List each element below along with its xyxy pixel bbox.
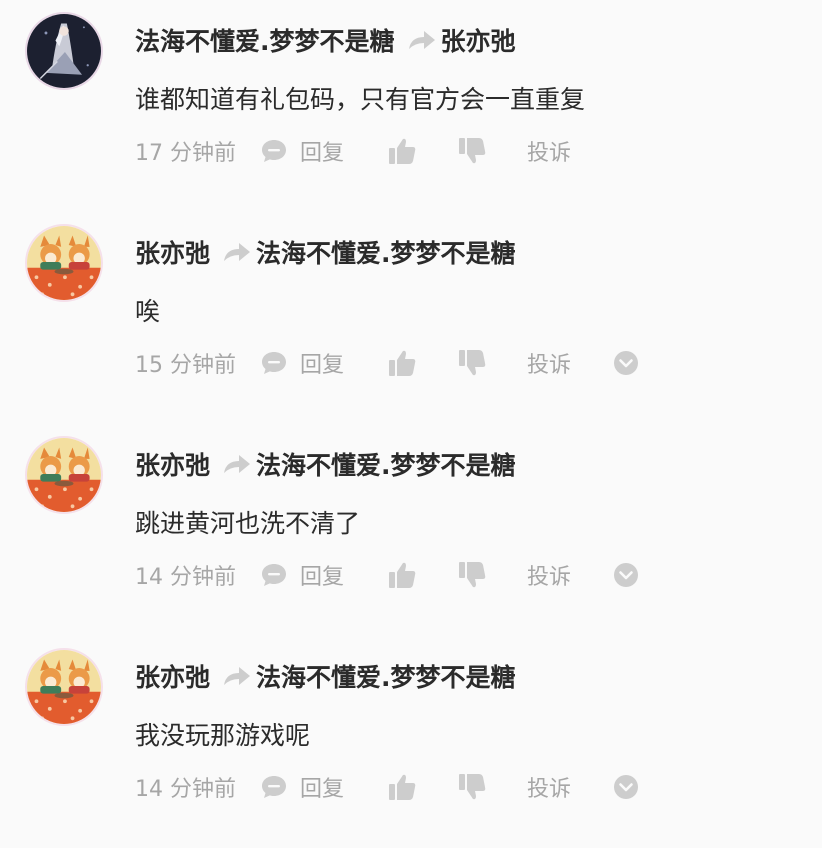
like-button[interactable] <box>387 769 417 805</box>
author-name[interactable]: 张亦弛 <box>135 446 210 482</box>
comment-actions: 14 分钟前 回复 投诉 <box>135 557 735 593</box>
comment-actions: 14 分钟前 回复 投诉 <box>135 769 735 805</box>
comment-header: 张亦弛 法海不懂爱.梦梦不是糖 <box>135 234 516 270</box>
comment-text: 我没玩那游戏呢 <box>135 721 311 750</box>
comment-header: 法海不懂爱.梦梦不是糖 张亦弛 <box>135 22 516 58</box>
reply-to-name[interactable]: 法海不懂爱.梦梦不是糖 <box>256 658 516 694</box>
reply-arrow-icon <box>222 453 252 475</box>
reply-arrow-icon <box>222 241 252 263</box>
reply-to-name[interactable]: 张亦弛 <box>441 22 516 58</box>
reply-label: 回复 <box>300 353 345 378</box>
author-name[interactable]: 法海不懂爱.梦梦不是糖 <box>135 22 395 58</box>
timestamp: 17 分钟前 <box>135 141 236 166</box>
reply-to-name[interactable]: 法海不懂爱.梦梦不是糖 <box>256 234 516 270</box>
reply-label: 回复 <box>300 141 345 166</box>
like-button[interactable] <box>387 345 417 381</box>
comment-header: 张亦弛 法海不懂爱.梦梦不是糖 <box>135 658 516 694</box>
reply-arrow-icon <box>407 29 437 51</box>
report-button[interactable]: 投诉 <box>527 345 571 381</box>
comment-text: 谁都知道有礼包码，只有官方会一直重复 <box>135 85 586 114</box>
comment-header: 张亦弛 法海不懂爱.梦梦不是糖 <box>135 446 516 482</box>
reply-to-name[interactable]: 法海不懂爱.梦梦不是糖 <box>256 446 516 482</box>
dislike-button[interactable] <box>457 133 487 169</box>
more-options-button[interactable] <box>613 557 639 593</box>
chat-bubble-icon <box>260 562 288 588</box>
thumbs-up-icon <box>387 772 417 802</box>
chat-bubble-icon <box>260 138 288 164</box>
fox-avatar-icon <box>27 438 101 512</box>
timestamp: 14 分钟前 <box>135 777 236 802</box>
timestamp: 15 分钟前 <box>135 353 236 378</box>
reply-button[interactable]: 回复 <box>260 345 344 381</box>
like-button[interactable] <box>387 133 417 169</box>
chat-bubble-icon <box>260 774 288 800</box>
reply-button[interactable]: 回复 <box>260 769 344 805</box>
timestamp: 14 分钟前 <box>135 565 236 590</box>
chevron-down-icon <box>613 562 639 588</box>
reply-label: 回复 <box>300 777 345 802</box>
report-button[interactable]: 投诉 <box>527 769 571 805</box>
comment-actions: 15 分钟前 回复 投诉 <box>135 345 735 381</box>
dislike-button[interactable] <box>457 769 487 805</box>
more-options-button[interactable] <box>613 769 639 805</box>
dislike-button[interactable] <box>457 557 487 593</box>
avatar[interactable] <box>25 12 103 90</box>
comment-text: 跳进黄河也洗不清了 <box>135 509 361 538</box>
thumbs-down-icon <box>457 772 487 802</box>
comment-item: 法海不懂爱.梦梦不是糖 张亦弛 谁都知道有礼包码，只有官方会一直重复 17 分钟… <box>0 0 822 212</box>
dislike-button[interactable] <box>457 345 487 381</box>
comment-text: 唉 <box>135 297 161 326</box>
chevron-down-icon <box>613 350 639 376</box>
thumbs-up-icon <box>387 560 417 590</box>
chat-bubble-icon <box>260 350 288 376</box>
avatar[interactable] <box>25 224 103 302</box>
reply-arrow-icon <box>222 665 252 687</box>
reply-label: 回复 <box>300 565 345 590</box>
anime-avatar-icon <box>27 14 101 88</box>
chevron-down-icon <box>613 774 639 800</box>
avatar[interactable] <box>25 436 103 514</box>
author-name[interactable]: 张亦弛 <box>135 234 210 270</box>
report-button[interactable]: 投诉 <box>527 133 571 169</box>
reply-button[interactable]: 回复 <box>260 133 344 169</box>
more-options-button[interactable] <box>613 345 639 381</box>
comment-item: 张亦弛 法海不懂爱.梦梦不是糖 唉 15 分钟前 回复 投诉 <box>0 212 822 424</box>
fox-avatar-icon <box>27 226 101 300</box>
reply-button[interactable]: 回复 <box>260 557 344 593</box>
comment-actions: 17 分钟前 回复 投诉 <box>135 133 735 169</box>
thumbs-down-icon <box>457 136 487 166</box>
thumbs-down-icon <box>457 560 487 590</box>
thumbs-up-icon <box>387 348 417 378</box>
report-button[interactable]: 投诉 <box>527 557 571 593</box>
thumbs-up-icon <box>387 136 417 166</box>
avatar[interactable] <box>25 648 103 726</box>
comment-item: 张亦弛 法海不懂爱.梦梦不是糖 跳进黄河也洗不清了 14 分钟前 回复 投诉 <box>0 424 822 636</box>
fox-avatar-icon <box>27 650 101 724</box>
thumbs-down-icon <box>457 348 487 378</box>
comment-item: 张亦弛 法海不懂爱.梦梦不是糖 我没玩那游戏呢 14 分钟前 回复 投诉 <box>0 636 822 848</box>
author-name[interactable]: 张亦弛 <box>135 658 210 694</box>
like-button[interactable] <box>387 557 417 593</box>
